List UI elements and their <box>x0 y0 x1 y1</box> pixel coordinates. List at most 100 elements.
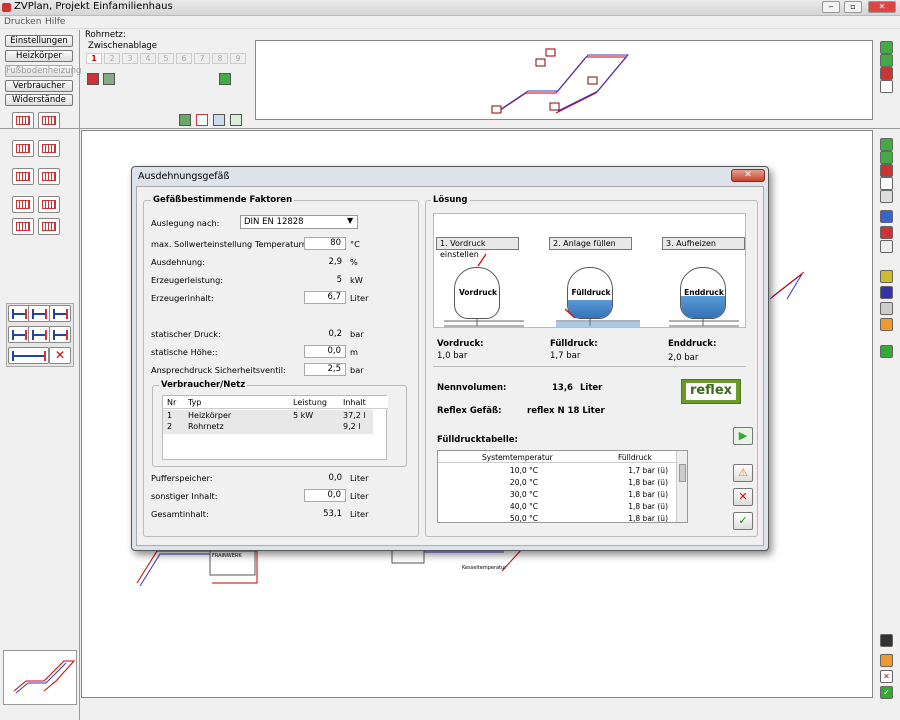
nav-fussbodenheizung[interactable]: Fußbodenheizung <box>5 65 81 77</box>
tool-icon-c[interactable] <box>213 114 225 126</box>
factor-input-5[interactable]: 0,0 <box>304 345 346 358</box>
clipboard-page-7[interactable]: 7 <box>194 53 210 64</box>
ok-button[interactable]: ✓ <box>733 512 753 530</box>
zoom-remove-icon[interactable] <box>880 67 893 80</box>
clipboard-page-9[interactable]: 9 <box>230 53 246 64</box>
fd-temp-0: 10,0 °C <box>509 466 538 475</box>
factor-input-3[interactable]: 6,7 <box>304 291 346 304</box>
clipboard-page-1[interactable]: 1 <box>86 53 102 64</box>
pipe-tool-6[interactable] <box>49 326 71 343</box>
pipe-tool-5[interactable] <box>28 326 50 343</box>
scrollbar-thumb[interactable] <box>679 464 686 482</box>
ok-icon[interactable]: ✓ <box>880 686 893 699</box>
save-icon[interactable] <box>880 634 893 647</box>
clipboard-copy-icon[interactable] <box>103 73 115 85</box>
calculator-icon[interactable] <box>880 270 893 283</box>
fuelldruck-table[interactable]: Systemtemperatur Fülldruck 10,0 °C 1,7 ba… <box>437 450 688 523</box>
factor-input-0[interactable]: 80 <box>304 237 346 250</box>
consumer-cell-1-0: 2 <box>167 422 173 431</box>
total-input-1[interactable]: 0,0 <box>304 489 346 502</box>
nav-heizkoerper[interactable]: Heizkörper <box>5 50 73 62</box>
radiator-tool-10[interactable] <box>38 218 60 235</box>
help-icon[interactable] <box>880 654 893 667</box>
factor-unit-0: °C <box>350 239 360 249</box>
print-icon[interactable] <box>880 240 893 253</box>
hand-icon[interactable] <box>880 190 893 203</box>
menu-drucken[interactable]: Drucken <box>4 17 41 27</box>
total-label-2: Gesamtinhalt: <box>151 509 209 519</box>
clipboard-page-8[interactable]: 8 <box>212 53 228 64</box>
radiator-tool-6[interactable] <box>38 168 60 185</box>
table-scrollbar[interactable] <box>676 451 687 522</box>
page-icon-2[interactable] <box>880 177 893 190</box>
factor-value-4: 0,2 <box>328 329 342 339</box>
clipboard-page-5[interactable]: 5 <box>158 53 174 64</box>
radiator-tool-5[interactable] <box>12 168 34 185</box>
enddruck-value: 2,0 bar <box>668 353 699 363</box>
delete-file-icon[interactable] <box>880 226 893 239</box>
zoom-in-icon[interactable] <box>880 41 893 54</box>
menu-hilfe[interactable]: Hilfe <box>45 17 65 27</box>
zoom-out-icon[interactable] <box>880 54 893 67</box>
info-icon[interactable] <box>880 345 893 358</box>
pipe-tool-4[interactable] <box>8 326 30 343</box>
cancel-button[interactable]: ✕ <box>733 488 753 506</box>
clipboard-subtitle: Zwischenablage <box>88 41 158 51</box>
consumer-table[interactable]: Nr Typ Leistung Inhalt 1 Heizkörper 5 kW 37… <box>162 395 388 460</box>
overview-thumbnail[interactable] <box>3 650 77 705</box>
page-icon[interactable] <box>880 80 893 93</box>
toolbar-separator <box>0 128 900 129</box>
cancel-icon[interactable]: ✕ <box>880 670 893 683</box>
zoom-out-icon-2[interactable] <box>880 151 893 164</box>
nav-verbraucher[interactable]: Verbraucher <box>5 80 73 92</box>
factor-label-3: Erzeugerinhalt: <box>151 293 214 303</box>
grid-icon[interactable] <box>880 302 893 315</box>
pipe-tool-1[interactable] <box>8 305 30 322</box>
clipboard-page-3[interactable]: 3 <box>122 53 138 64</box>
nennvolumen-value: 13,6 <box>552 383 573 393</box>
undo-icon[interactable] <box>880 210 893 223</box>
drawing-label-2: Kesseltemperatur <box>462 565 507 571</box>
auslegung-select[interactable]: DIN EN 12828 ▼ <box>240 215 358 229</box>
radiator-tool-2[interactable] <box>38 112 60 129</box>
gefaess-value: reflex N 18 Liter <box>527 406 605 416</box>
radiator-tool-1[interactable] <box>12 112 34 129</box>
clipboard-preview-canvas[interactable] <box>255 40 873 120</box>
radiator-tool-4[interactable] <box>38 140 60 157</box>
nav-widerstaende[interactable]: Widerstände <box>5 94 73 106</box>
nav-einstellungen[interactable]: Einstellungen <box>5 35 73 47</box>
radiator-tool-7[interactable] <box>12 196 34 213</box>
tool-icon-d[interactable] <box>230 114 242 126</box>
dialog-close-button[interactable]: ✕ <box>731 169 765 182</box>
tool-icon-a[interactable] <box>179 114 191 126</box>
reflex-logo-text: reflex <box>686 383 736 400</box>
zoom-in-icon-2[interactable] <box>880 138 893 151</box>
factor-unit-3: Liter <box>350 293 369 303</box>
clipboard-delete-icon[interactable] <box>87 73 99 85</box>
factor-input-6[interactable]: 2,5 <box>304 363 346 376</box>
clipboard-page-4[interactable]: 4 <box>140 53 156 64</box>
radiator-tool-3[interactable] <box>12 140 34 157</box>
clipboard-paste-icon[interactable] <box>219 73 231 85</box>
tool-icon-b[interactable] <box>196 114 208 126</box>
clipboard-page-2[interactable]: 2 <box>104 53 120 64</box>
consumer-cell-0-0: 1 <box>167 411 173 420</box>
delete-icon[interactable]: ✕ <box>49 347 71 364</box>
pipe-connect-tool[interactable] <box>8 347 49 364</box>
vessel-steps-panel: 1. Vordruck einstellen 2. Anlage füllen … <box>433 213 746 328</box>
refresh-icon[interactable] <box>880 286 893 299</box>
maximize-button[interactable]: ▫ <box>844 1 862 13</box>
fd-pressure-2: 1,8 bar (ü) <box>628 490 668 499</box>
radiator-tool-8[interactable] <box>38 196 60 213</box>
clipboard-page-6[interactable]: 6 <box>176 53 192 64</box>
help-button[interactable]: ⚠ <box>733 464 753 482</box>
close-button[interactable]: ✕ <box>868 1 896 13</box>
export-icon[interactable]: ▶ <box>733 427 753 445</box>
factor-label-5: statische Höhe:: <box>151 347 218 357</box>
pipe-tool-2[interactable] <box>28 305 50 322</box>
pipe-tool-3[interactable] <box>49 305 71 322</box>
warning-icon[interactable] <box>880 318 893 331</box>
minimize-button[interactable]: ‒ <box>822 1 840 13</box>
zoom-remove-icon-2[interactable] <box>880 164 893 177</box>
radiator-tool-9[interactable] <box>12 218 34 235</box>
